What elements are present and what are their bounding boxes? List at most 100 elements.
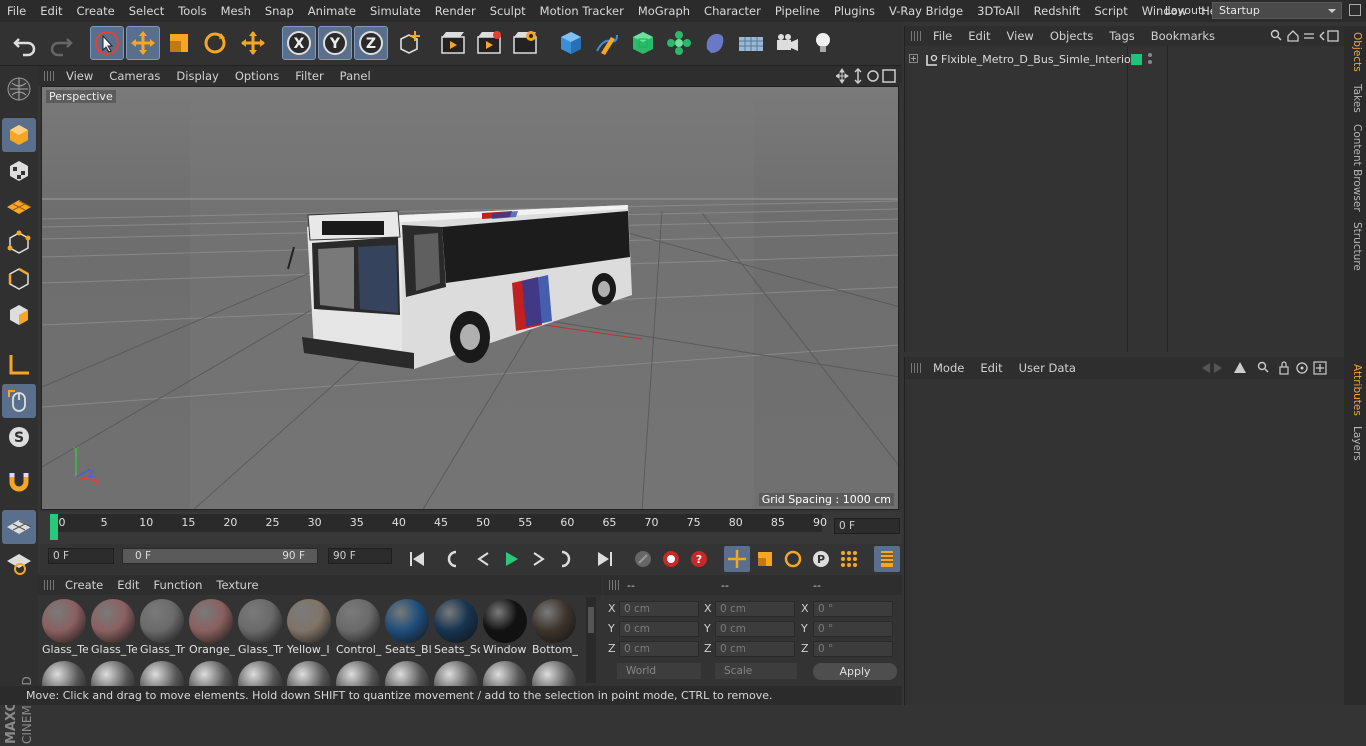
menu-vray-bridge[interactable]: V-Ray Bridge: [882, 4, 970, 18]
menu-script[interactable]: Script: [1087, 4, 1134, 18]
menu-pipeline[interactable]: Pipeline: [768, 4, 827, 18]
keyframe-selection-icon[interactable]: ?: [686, 546, 712, 572]
material-swatch-row2[interactable]: [138, 659, 186, 686]
material-swatch-row2[interactable]: [40, 659, 88, 686]
redo-icon[interactable]: [44, 26, 78, 60]
tab-layers[interactable]: Layers: [1347, 426, 1363, 461]
tab-content-browser[interactable]: Content Browser: [1347, 124, 1363, 212]
menu-edit[interactable]: Edit: [33, 4, 69, 18]
material-swatch-row2[interactable]: [236, 659, 284, 686]
material-swatch[interactable]: Seats_Sc: [432, 597, 480, 661]
apply-button[interactable]: Apply: [813, 663, 897, 680]
expand-icon[interactable]: +: [909, 54, 918, 63]
lock-workplane-icon[interactable]: [2, 510, 36, 544]
size-z-field[interactable]: 0 cm: [715, 641, 795, 657]
material-swatch[interactable]: Seats_Bl: [383, 597, 431, 661]
timeline-window-icon[interactable]: [874, 546, 900, 572]
goto-end-icon[interactable]: [592, 546, 618, 572]
rotation-p-field[interactable]: 0 °: [813, 621, 893, 637]
viewport-menu-view[interactable]: View: [58, 69, 101, 83]
object-menu-view[interactable]: View: [999, 29, 1042, 43]
viewport-menu-panel[interactable]: Panel: [332, 69, 379, 83]
play-icon[interactable]: [498, 546, 524, 572]
material-swatch[interactable]: Glass_Te: [40, 597, 88, 661]
rotation-b-field[interactable]: 0 °: [813, 641, 893, 657]
menu-mograph[interactable]: MoGraph: [631, 4, 697, 18]
select-cursor-icon[interactable]: [90, 26, 124, 60]
material-menu-function[interactable]: Function: [147, 578, 210, 592]
tab-objects[interactable]: Objects: [1347, 32, 1363, 72]
material-swatch-row2[interactable]: [432, 659, 480, 686]
visibility-editor-dot-icon[interactable]: [1148, 53, 1152, 57]
light-icon[interactable]: [806, 26, 840, 60]
current-frame-field[interactable]: 0 F: [834, 518, 900, 534]
material-swatch-row2[interactable]: [530, 659, 578, 686]
live-selection-icon[interactable]: [236, 26, 270, 60]
menu-character[interactable]: Character: [697, 4, 768, 18]
subdivision-icon[interactable]: [626, 26, 660, 60]
render-picture-viewer-icon[interactable]: [472, 26, 506, 60]
position-y-field[interactable]: 0 cm: [619, 621, 699, 637]
key-pla-icon[interactable]: [836, 546, 862, 572]
material-swatch[interactable]: Orange_: [187, 597, 235, 661]
panel-grip-icon[interactable]: [44, 580, 54, 590]
panel-grip-icon[interactable]: [911, 363, 921, 373]
goto-start-icon[interactable]: [404, 546, 430, 572]
next-frame-icon[interactable]: [526, 546, 552, 572]
pen-icon[interactable]: [590, 26, 624, 60]
tab-attributes[interactable]: Attributes: [1347, 364, 1363, 416]
size-mode-dropdown[interactable]: Scale: [715, 663, 797, 679]
timeline-ruler[interactable]: 0 5 10 15 20 25 30 35 40 45 50 55 60 65 70 75 80 85 90 0 F: [38, 512, 902, 544]
object-manager-tool-icons[interactable]: [1270, 29, 1340, 43]
viewport-camera-label[interactable]: Perspective: [46, 90, 116, 103]
attribute-menu-user-data[interactable]: User Data: [1011, 361, 1084, 375]
x-axis-icon[interactable]: X: [282, 26, 316, 60]
material-menu-create[interactable]: Create: [58, 578, 110, 592]
rotation-h-field[interactable]: 0 °: [813, 601, 893, 617]
material-swatch[interactable]: Glass_Te: [89, 597, 137, 661]
menu-create[interactable]: Create: [70, 4, 122, 18]
object-menu-tags[interactable]: Tags: [1101, 29, 1142, 43]
menu-select[interactable]: Select: [122, 4, 171, 18]
window-maximize-icon[interactable]: [1349, 4, 1361, 16]
move-icon[interactable]: [126, 26, 160, 60]
menu-plugins[interactable]: Plugins: [827, 4, 882, 18]
key-parameter-icon[interactable]: P: [808, 546, 834, 572]
axis-mode-icon[interactable]: [2, 348, 36, 382]
material-swatch[interactable]: Bottom_: [530, 597, 578, 661]
end-frame-field[interactable]: 90 F: [328, 548, 392, 564]
material-swatch[interactable]: Glass_Tr: [236, 597, 284, 661]
object-name-label[interactable]: Flxible_Metro_D_Bus_Simle_Interior: [941, 53, 1135, 66]
panel-grip-icon[interactable]: [911, 31, 921, 41]
material-swatch[interactable]: Yellow_I: [285, 597, 333, 661]
position-x-field[interactable]: 0 cm: [619, 601, 699, 617]
material-scrollbar[interactable]: [586, 597, 596, 683]
menu-snap[interactable]: Snap: [258, 4, 301, 18]
deformer-icon[interactable]: [698, 26, 732, 60]
scale-icon[interactable]: [162, 26, 196, 60]
object-menu-bookmarks[interactable]: Bookmarks: [1143, 29, 1223, 43]
points-mode-icon[interactable]: [2, 226, 36, 260]
cloner-icon[interactable]: [662, 26, 696, 60]
material-swatch[interactable]: Glass_Tr: [138, 597, 186, 661]
material-swatch-row2[interactable]: [187, 659, 235, 686]
snap-icon[interactable]: S: [2, 420, 36, 454]
attribute-menu-mode[interactable]: Mode: [925, 361, 972, 375]
object-menu-file[interactable]: File: [925, 29, 960, 43]
prev-frame-icon[interactable]: [470, 546, 496, 572]
menu-sculpt[interactable]: Sculpt: [483, 4, 533, 18]
object-menu-edit[interactable]: Edit: [960, 29, 998, 43]
menu-animate[interactable]: Animate: [301, 4, 363, 18]
size-x-field[interactable]: 0 cm: [715, 601, 795, 617]
z-axis-icon[interactable]: Z: [354, 26, 388, 60]
render-settings-icon[interactable]: [508, 26, 542, 60]
cube-icon[interactable]: [554, 26, 588, 60]
workplane-icon[interactable]: [2, 190, 36, 224]
object-row[interactable]: + Flxible_Metro_D_Bus_Simle_Interior: [905, 52, 1345, 70]
tweak-mode-icon[interactable]: [2, 384, 36, 418]
render-view-icon[interactable]: [436, 26, 470, 60]
attribute-manager-tool-icons[interactable]: [1200, 361, 1340, 375]
y-axis-icon[interactable]: Y: [318, 26, 352, 60]
key-rotation-icon[interactable]: [780, 546, 806, 572]
3d-viewport[interactable]: Y Z X Perspective Grid Spacing : 1000 cm: [41, 86, 899, 510]
